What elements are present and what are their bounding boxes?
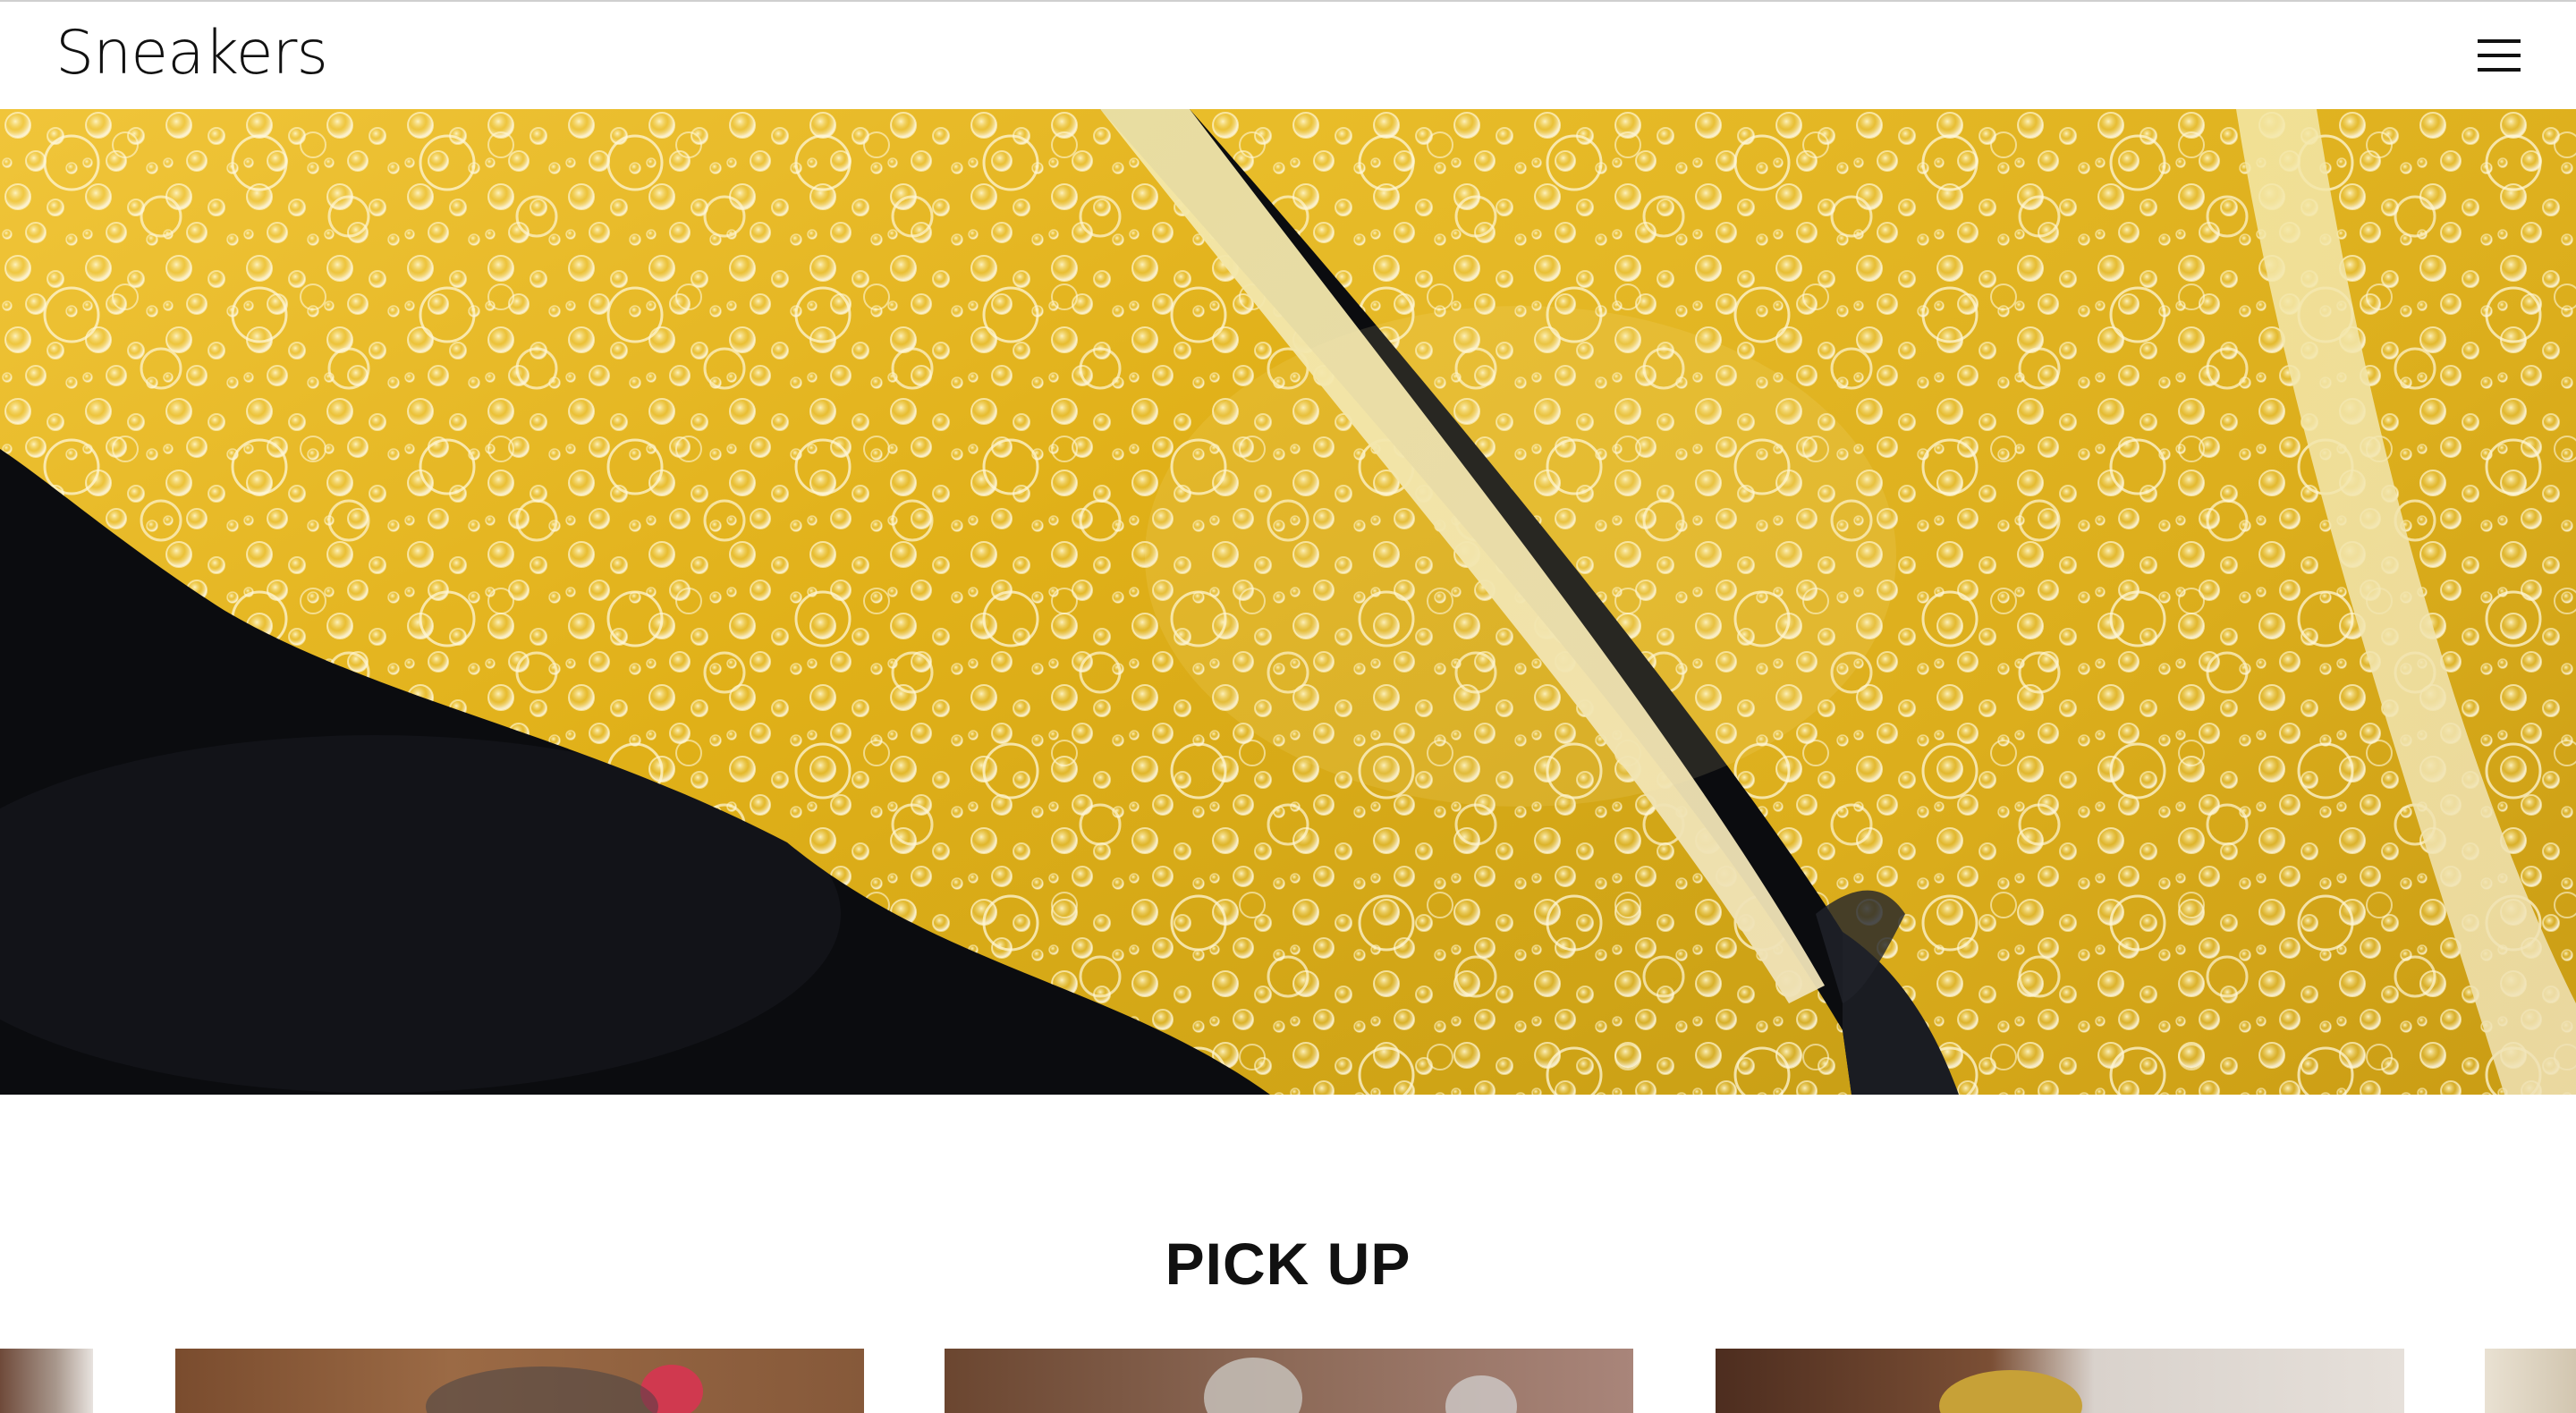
- plate-shadow: [426, 1366, 658, 1413]
- food-item: [1939, 1370, 2082, 1413]
- brand-logo[interactable]: Sneakers: [55, 23, 328, 84]
- glass-ornament: [1445, 1375, 1517, 1413]
- site-header: Sneakers: [0, 2, 2576, 109]
- menu-line: [2478, 54, 2521, 57]
- hero-lemon-illustration: [0, 109, 2576, 1095]
- pickup-section-title: PICK UP: [1165, 1231, 1411, 1297]
- pickup-card[interactable]: [175, 1349, 864, 1413]
- pickup-card[interactable]: [2485, 1349, 2576, 1413]
- hamburger-menu-icon[interactable]: [2478, 38, 2521, 75]
- hero-image: [0, 109, 2576, 1095]
- pickup-card[interactable]: [945, 1349, 1633, 1413]
- menu-line: [2478, 68, 2521, 72]
- pickup-card[interactable]: [1716, 1349, 2404, 1413]
- pickup-card[interactable]: [0, 1349, 93, 1413]
- glass-ornament: [1204, 1358, 1302, 1413]
- menu-line: [2478, 39, 2521, 43]
